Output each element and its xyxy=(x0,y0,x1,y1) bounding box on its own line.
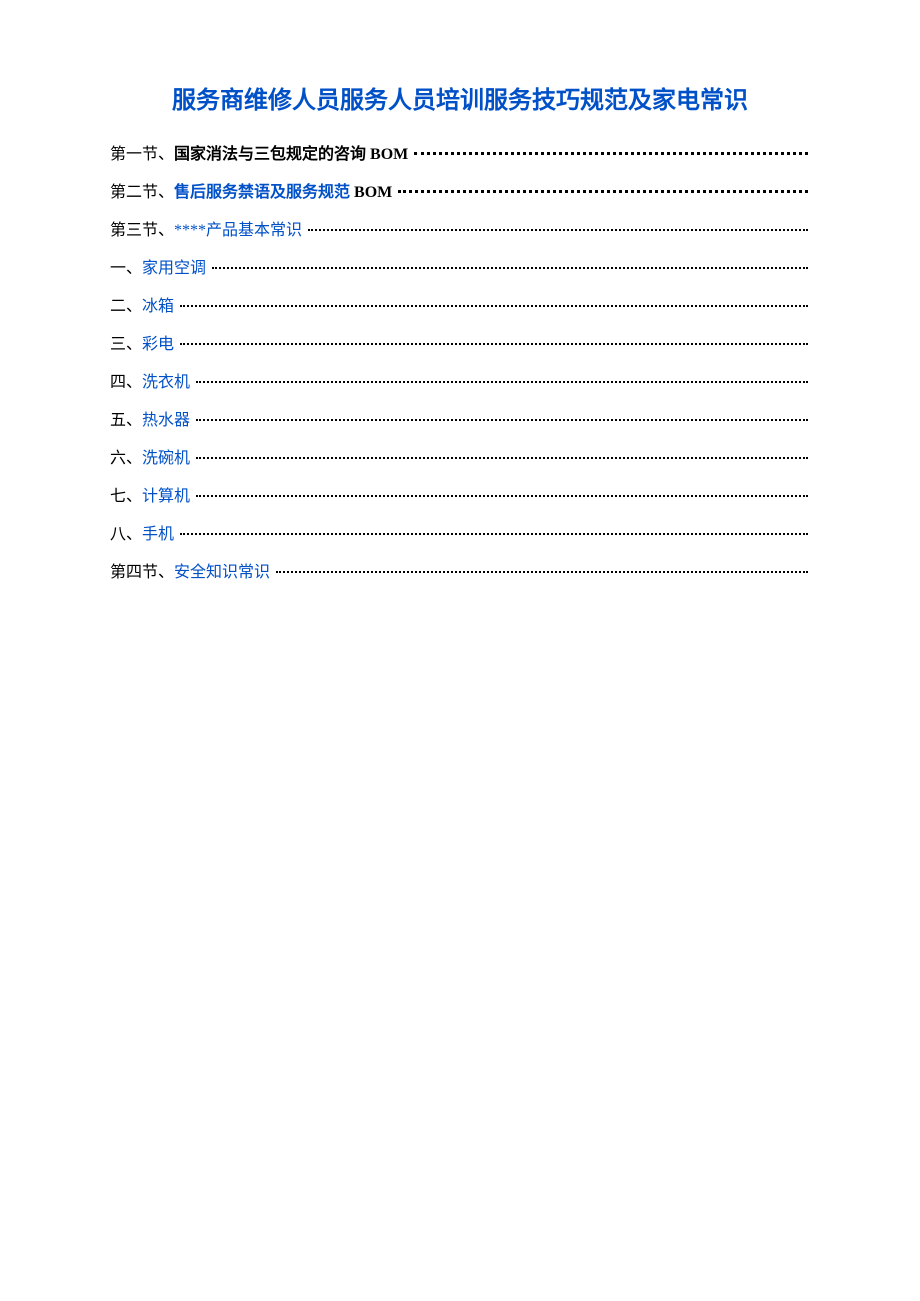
toc-entry: 第一节、国家消法与三包规定的咨询 BOM xyxy=(110,143,810,167)
toc-label: 四、洗衣机 xyxy=(110,371,190,395)
toc-dots xyxy=(276,571,808,573)
toc-label: 七、计算机 xyxy=(110,485,190,509)
toc-entry: 二、冰箱 xyxy=(110,295,810,319)
toc-dots xyxy=(196,457,808,459)
toc-label: 五、热水器 xyxy=(110,409,190,433)
toc-label: 第四节、安全知识常识 xyxy=(110,561,270,585)
toc-dots xyxy=(398,190,808,193)
toc-label: 第一节、国家消法与三包规定的咨询 BOM xyxy=(110,143,408,167)
toc-entry: 一、家用空调 xyxy=(110,257,810,281)
toc-dots xyxy=(308,229,808,231)
toc-dots xyxy=(196,495,808,497)
toc-label: 第三节、****产品基本常识 xyxy=(110,219,302,243)
toc-entry: 四、洗衣机 xyxy=(110,371,810,395)
toc-dots xyxy=(414,152,808,155)
toc-label: 一、家用空调 xyxy=(110,257,206,281)
table-of-contents: 第一节、国家消法与三包规定的咨询 BOM 第二节、售后服务禁语及服务规范 BOM… xyxy=(110,143,810,585)
toc-dots xyxy=(212,267,808,269)
toc-dots xyxy=(196,419,808,421)
toc-label: 二、冰箱 xyxy=(110,295,174,319)
toc-entry: 第四节、安全知识常识 xyxy=(110,561,810,585)
toc-entry: 第二节、售后服务禁语及服务规范 BOM xyxy=(110,181,810,205)
toc-dots xyxy=(196,381,808,383)
toc-entry: 三、彩电 xyxy=(110,333,810,357)
toc-entry: 七、计算机 xyxy=(110,485,810,509)
toc-label: 六、洗碗机 xyxy=(110,447,190,471)
toc-label: 三、彩电 xyxy=(110,333,174,357)
toc-dots xyxy=(180,533,808,535)
toc-entry: 五、热水器 xyxy=(110,409,810,433)
document-title: 服务商维修人员服务人员培训服务技巧规范及家电常识 xyxy=(110,80,810,115)
toc-dots xyxy=(180,343,808,345)
toc-entry: 六、洗碗机 xyxy=(110,447,810,471)
toc-entry: 八、手机 xyxy=(110,523,810,547)
toc-entry: 第三节、****产品基本常识 xyxy=(110,219,810,243)
toc-label: 第二节、售后服务禁语及服务规范 BOM xyxy=(110,181,392,205)
toc-dots xyxy=(180,305,808,307)
toc-label: 八、手机 xyxy=(110,523,174,547)
